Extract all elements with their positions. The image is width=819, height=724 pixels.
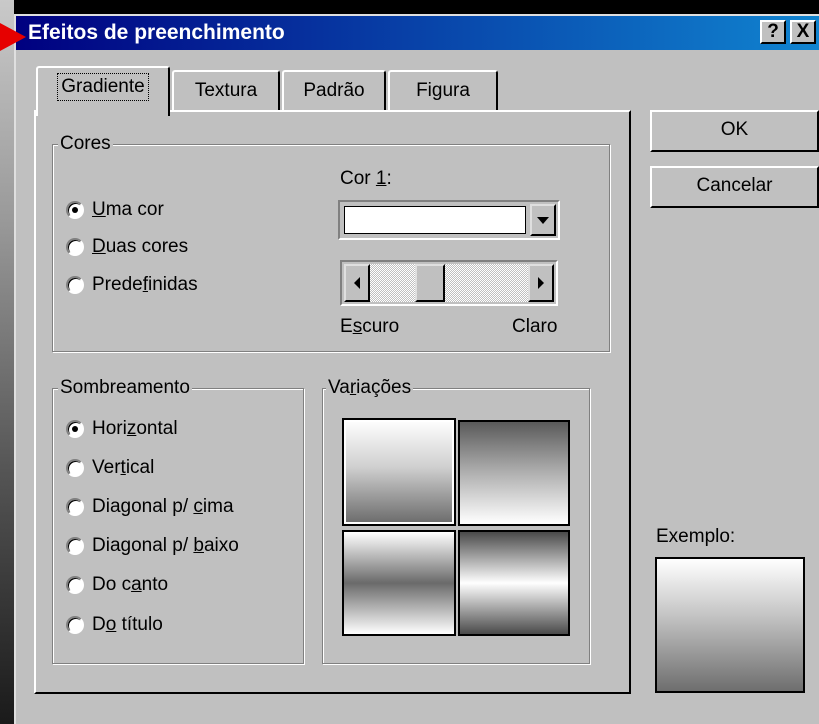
color-1-dropdown[interactable] bbox=[338, 200, 560, 240]
radio-indicator bbox=[66, 498, 84, 516]
slider-left-button[interactable] bbox=[344, 264, 370, 302]
sample-preview bbox=[655, 557, 805, 693]
arrow-left-icon bbox=[354, 277, 360, 289]
color-1-label: Cor 1: bbox=[340, 168, 392, 189]
color-swatch bbox=[344, 206, 526, 234]
variants-group-legend: Variações bbox=[326, 377, 414, 398]
colors-group-legend: Cores bbox=[58, 133, 113, 154]
tab-label: Figura bbox=[416, 80, 470, 101]
radio-horizontal[interactable]: Horizontal bbox=[66, 418, 178, 440]
radio-label: Do canto bbox=[92, 574, 169, 595]
radio-diagonal-up[interactable]: Diagonal p/ cima bbox=[66, 496, 234, 518]
radio-two-colors[interactable]: Duas cores bbox=[66, 236, 188, 258]
variant-3[interactable] bbox=[342, 530, 456, 636]
radio-indicator bbox=[66, 276, 84, 294]
shade-slider[interactable] bbox=[340, 260, 558, 306]
tab-figura[interactable]: Figura bbox=[388, 70, 498, 112]
radio-indicator bbox=[66, 576, 84, 594]
radio-label: Vertical bbox=[92, 457, 155, 478]
help-button[interactable]: ? bbox=[760, 20, 786, 44]
slider-track[interactable] bbox=[370, 264, 528, 302]
tab-padrao[interactable]: Padrão bbox=[282, 70, 386, 112]
slider-thumb[interactable] bbox=[414, 264, 445, 302]
radio-label: Duas cores bbox=[92, 236, 189, 257]
radio-label: Diagonal p/ cima bbox=[92, 496, 234, 517]
radio-indicator bbox=[66, 238, 84, 256]
variant-4[interactable] bbox=[458, 530, 570, 636]
radio-vertical[interactable]: Vertical bbox=[66, 457, 154, 479]
radio-label: Do título bbox=[92, 614, 163, 635]
dark-label: Escuro bbox=[340, 316, 400, 337]
radio-indicator bbox=[66, 420, 84, 438]
pointer-arrow-icon bbox=[0, 23, 26, 51]
slider-right-button[interactable] bbox=[528, 264, 554, 302]
sample-label: Exemplo: bbox=[656, 526, 736, 547]
radio-from-title[interactable]: Do título bbox=[66, 614, 163, 636]
tab-label: Gradiente bbox=[57, 73, 149, 101]
cancel-button[interactable]: Cancelar bbox=[650, 166, 819, 208]
dialog-title: Efeitos de preenchimento bbox=[28, 21, 285, 44]
radio-label: Predefinidas bbox=[92, 274, 198, 295]
radio-from-corner[interactable]: Do canto bbox=[66, 574, 168, 596]
light-label: Claro bbox=[512, 316, 558, 337]
variant-1[interactable] bbox=[342, 418, 456, 526]
tab-label: Textura bbox=[194, 80, 258, 101]
chevron-down-icon bbox=[537, 216, 549, 224]
shading-group-legend: Sombreamento bbox=[58, 377, 192, 398]
radio-indicator bbox=[66, 537, 84, 555]
arrow-right-icon bbox=[538, 277, 544, 289]
ok-button[interactable]: OK bbox=[650, 110, 819, 152]
tab-label: Padrão bbox=[303, 80, 365, 101]
dropdown-arrow-button[interactable] bbox=[530, 204, 556, 236]
tab-gradiente[interactable]: Gradiente bbox=[36, 66, 170, 116]
radio-indicator bbox=[66, 616, 84, 634]
radio-label: Diagonal p/ baixo bbox=[92, 535, 239, 556]
close-button[interactable]: X bbox=[790, 20, 816, 44]
radio-label: Horizontal bbox=[92, 418, 178, 439]
background-gradient-strip bbox=[0, 0, 14, 724]
radio-label: Uma cor bbox=[92, 199, 164, 220]
tab-textura[interactable]: Textura bbox=[172, 70, 280, 112]
radio-indicator bbox=[66, 459, 84, 477]
variant-2[interactable] bbox=[458, 420, 570, 526]
radio-one-color[interactable]: Uma cor bbox=[66, 199, 164, 221]
radio-indicator bbox=[66, 201, 84, 219]
radio-preset[interactable]: Predefinidas bbox=[66, 274, 198, 296]
radio-diagonal-down[interactable]: Diagonal p/ baixo bbox=[66, 535, 239, 557]
